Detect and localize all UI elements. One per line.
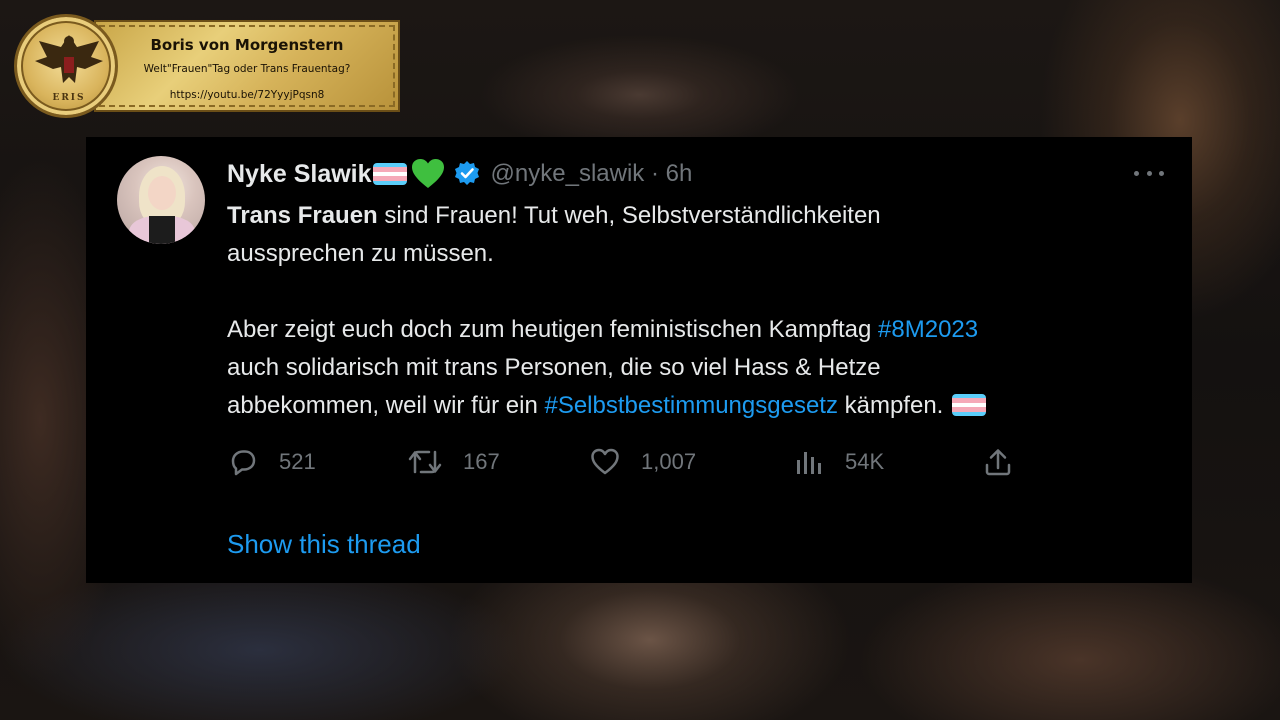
- banner-link[interactable]: https://youtu.be/72YyyjPqsn8: [94, 89, 400, 101]
- channel-banner: ERIS Boris von Morgenstern Welt"Frauen"T…: [14, 14, 402, 118]
- more-options-icon[interactable]: [1134, 163, 1164, 183]
- bold-phrase: Trans Frauen: [227, 202, 378, 229]
- banner-title: Boris von Morgenstern: [150, 36, 344, 54]
- reply-button[interactable]: 521: [227, 444, 316, 480]
- text-line: Aber zeigt euch doch zum heutigen femini…: [227, 316, 879, 343]
- hashtag-link[interactable]: #Selbstbestimmungsgesetz: [544, 392, 837, 419]
- share-button[interactable]: [982, 444, 1014, 480]
- hashtag-link[interactable]: #8M2023: [878, 316, 978, 343]
- banner-subtitle: Welt"Frauen"Tag oder Trans Frauentag?: [143, 63, 351, 75]
- green-heart-icon: [411, 159, 445, 189]
- text-line: sind Frauen! Tut weh, Selbstverständlich…: [377, 202, 881, 229]
- text-line: kämpfen.: [837, 392, 944, 419]
- transgender-flag-icon: [372, 163, 407, 185]
- retweet-button[interactable]: 167: [407, 444, 500, 480]
- text-line: aussprechen zu müssen.: [227, 240, 494, 267]
- show-thread-link[interactable]: Show this thread: [227, 529, 421, 560]
- reply-icon: [231, 450, 256, 476]
- tweet-actions: 521 167 1,007 54K: [227, 444, 1027, 480]
- avatar[interactable]: [117, 156, 205, 244]
- text-line: abbekommen, weil wir für ein: [227, 392, 545, 419]
- like-count: 1,007: [641, 449, 697, 474]
- tweet-text: Trans Frauen sind Frauen! Tut weh, Selbs…: [227, 197, 1167, 425]
- text-line: auch solidarisch mit trans Personen, die…: [227, 354, 881, 381]
- like-button[interactable]: 1,007: [589, 444, 696, 480]
- verified-badge-icon: [453, 160, 481, 188]
- transgender-flag-icon: [952, 394, 987, 416]
- views-count: 54K: [845, 449, 885, 474]
- author-handle[interactable]: @nyke_slawik · 6h: [491, 160, 693, 188]
- views-button[interactable]: 54K: [793, 444, 884, 480]
- like-icon: [591, 448, 619, 475]
- retweet-count: 167: [463, 449, 500, 474]
- views-icon: [797, 452, 821, 474]
- tweet-header: Nyke Slawik @nyke_slawik · 6h: [227, 157, 692, 191]
- author-name[interactable]: Nyke Slawik: [227, 160, 372, 189]
- video-frame: ERIS Boris von Morgenstern Welt"Frauen"T…: [0, 0, 1280, 720]
- share-icon: [985, 449, 1011, 476]
- reply-count: 521: [279, 449, 316, 474]
- tweet-card[interactable]: Nyke Slawik @nyke_slawik · 6h Trans Frau…: [86, 137, 1192, 583]
- retweet-icon: [408, 450, 442, 474]
